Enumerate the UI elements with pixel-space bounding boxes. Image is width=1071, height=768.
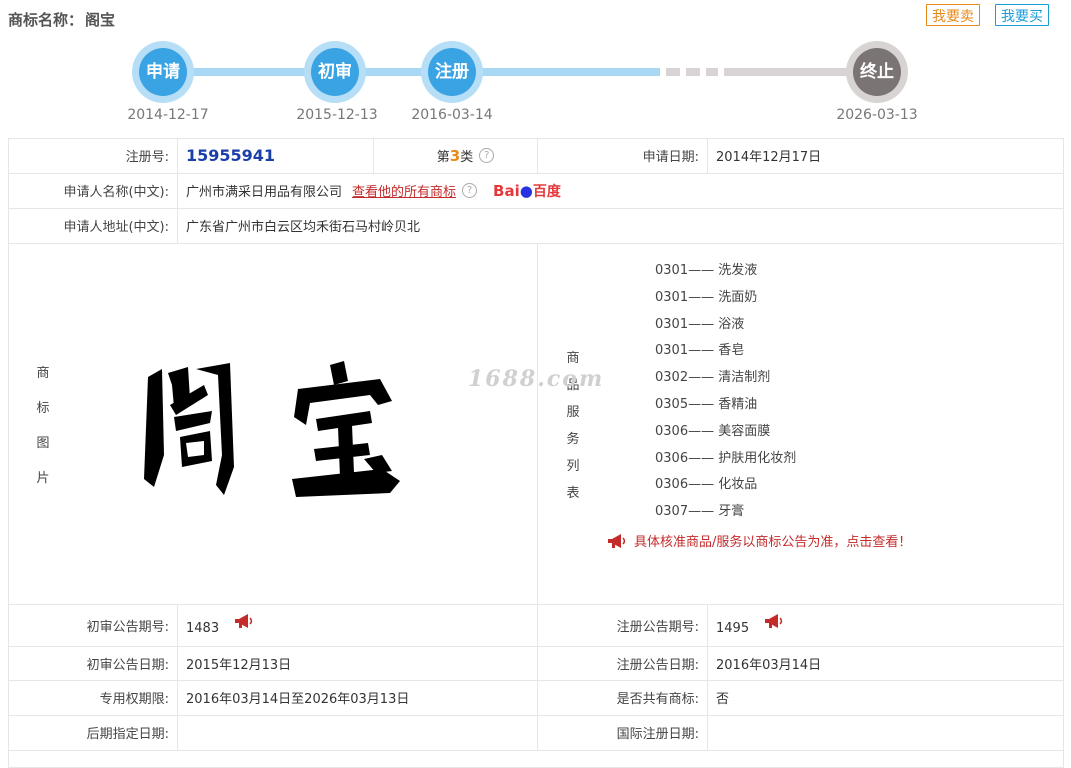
reg-notice-date: 2016年03月14日 [716,657,822,673]
label-char: 表 [566,485,580,501]
step-date: 2026-03-13 [836,107,918,123]
later-date [178,715,538,750]
class-suffix: 类 [460,150,474,165]
list-item: 0301—— 香皂 [655,343,745,359]
reg-no-cell: 15955941 [178,138,374,173]
buy-button[interactable]: 我要买 [995,4,1049,26]
label-char: 标 [36,400,50,416]
class-prefix: 第 [436,150,450,165]
prelim-no-label: 初审公告期号: [8,604,178,646]
page-title: 商标名称： 阁宝 [8,9,117,30]
address: 广东省广州市白云区均禾街石马村岭贝北 [186,220,421,235]
list-item: 0301—— 洗面奶 [655,289,758,305]
image-label-cell: 商 标 图 片 [8,243,78,604]
list-item: 0306—— 美容面膜 [655,423,771,439]
apply-date: 2014年12月17日 [716,150,822,165]
label-char: 片 [36,470,50,486]
applicant-name: 广州市满采日用品有限公司 [186,185,343,200]
timeline-step-terminate: 终止 [846,41,908,103]
reg-notice-no: 1495 [716,620,750,636]
image-label: 商 标 图 片 [8,362,78,486]
step-date: 2015-12-13 [296,107,378,123]
trademark-image [144,361,400,497]
step-label: 注册 [428,48,476,96]
intl-label: 国际注册日期: [538,715,708,750]
applicant-label: 申请人名称(中文): [8,173,178,208]
prelim-date: 2015年12月13日 [178,646,538,680]
timeline-step-register: 注册 [421,41,483,103]
reg-notice-no-cell: 1495 [708,604,1064,646]
later-label: 后期指定日期: [8,715,178,750]
label-char: 服 [566,404,580,420]
reg-notice-no-label: 注册公告期号: [538,604,708,646]
reg-notice-date-label: 注册公告日期: [538,646,708,680]
label-char: 图 [36,435,50,451]
applicant-cell: 广州市满采日用品有限公司 查看他的所有商标 ? Bai●百度 [178,173,1064,208]
calligraphy-mark-1 [144,363,234,495]
trademark-name: 阁宝 [85,11,116,29]
help-icon[interactable]: ? [479,148,495,163]
list-item: 0307—— 牙膏 [655,504,745,520]
address-label: 申请人地址(中文): [8,208,178,243]
sell-button[interactable]: 我要卖 [926,4,980,26]
reg-no: 15955941 [186,146,276,165]
label-char: 列 [566,458,580,474]
timeline-progress-bar [160,68,660,76]
table-row: 初审公告日期: 2015年12月13日 注册公告日期: 2016年03月14日 [8,646,1064,681]
goods-list: 0301—— 洗发液 0301—— 洗面奶 0301—— 浴液 0301—— 香… [655,262,796,530]
all-marks-link[interactable]: 查看他的所有商标 [352,181,456,200]
baidu-logo-text: Bai [493,181,520,200]
apply-date-label: 申请日期: [538,138,708,173]
prelim-no-cell: 1483 [178,604,538,646]
timeline-dash [666,68,680,76]
prelim-no: 1483 [186,620,220,636]
help-icon[interactable]: ? [462,183,478,198]
calligraphy-mark-2 [292,361,400,497]
list-item: 0306—— 护肤用化妆剂 [655,450,797,466]
label-char: 商 [36,365,50,381]
shared-value: 否 [716,692,730,707]
timeline-dash [706,68,718,76]
megaphone-icon[interactable] [233,612,257,630]
watermark: 1688.com [468,366,605,392]
intl-date [708,715,1064,750]
list-item: 0302—— 清洁制剂 [655,370,771,386]
step-date: 2014-12-17 [127,107,209,123]
label-char: 务 [566,431,580,447]
timeline-step-prelim: 初审 [304,41,366,103]
table-row: 专用权期限: 2016年03月14日至2026年03月13日 是否共有商标: 否 [8,680,1064,716]
table-row: 注册号: 15955941 第 3 类? 申请日期: 2014年12月17日 [8,138,1064,174]
timeline-step-apply: 申请 [132,41,194,103]
megaphone-icon[interactable] [763,612,787,630]
list-item: 0301—— 浴液 [655,316,745,332]
list-item: 0306—— 化妆品 [655,477,758,493]
baidu-search-button[interactable]: Bai●百度 [493,181,561,201]
step-date: 2016-03-14 [411,107,493,123]
table-row: 申请人名称(中文): 广州市满采日用品有限公司 查看他的所有商标 ? Bai●百… [8,173,1064,209]
goods-note-link[interactable]: 具体核准商品/服务以商标公告为准，点击查看！ [606,531,911,550]
list-item: 0305—— 香精油 [655,396,758,412]
label-char: 商 [566,350,580,366]
class-number: 3 [449,146,461,165]
megaphone-icon [608,533,626,548]
baidu-logo-text: 百度 [532,183,561,200]
table-row: 后期指定日期: 国际注册日期: [8,715,1064,751]
reg-no-label: 注册号: [8,138,178,173]
prelim-date-label: 初审公告日期: [8,646,178,680]
table-row: 申请人地址(中文): 广东省广州市白云区均禾街石马村岭贝北 [8,208,1064,244]
goods-note: 具体核准商品/服务以商标公告为准，点击查看！ [634,535,912,550]
shared-label: 是否共有商标: [538,680,708,715]
paw-icon: ● [519,181,533,200]
step-label: 终止 [853,48,901,96]
exclusive-label: 专用权期限: [8,680,178,715]
goods-label-cell: 商 品 服 务 列 表 [538,243,608,604]
step-label: 初审 [311,48,359,96]
table-row: 初审公告期号: 1483 注册公告期号: 1495 [8,604,1064,647]
title-label: 商标名称： [8,11,84,29]
exclusive-period: 2016年03月14日至2026年03月13日 [178,680,538,715]
timeline-dash [686,68,700,76]
step-label: 申请 [139,48,187,96]
class-cell: 第 3 类? [374,138,538,173]
list-item: 0301—— 洗发液 [655,263,758,278]
